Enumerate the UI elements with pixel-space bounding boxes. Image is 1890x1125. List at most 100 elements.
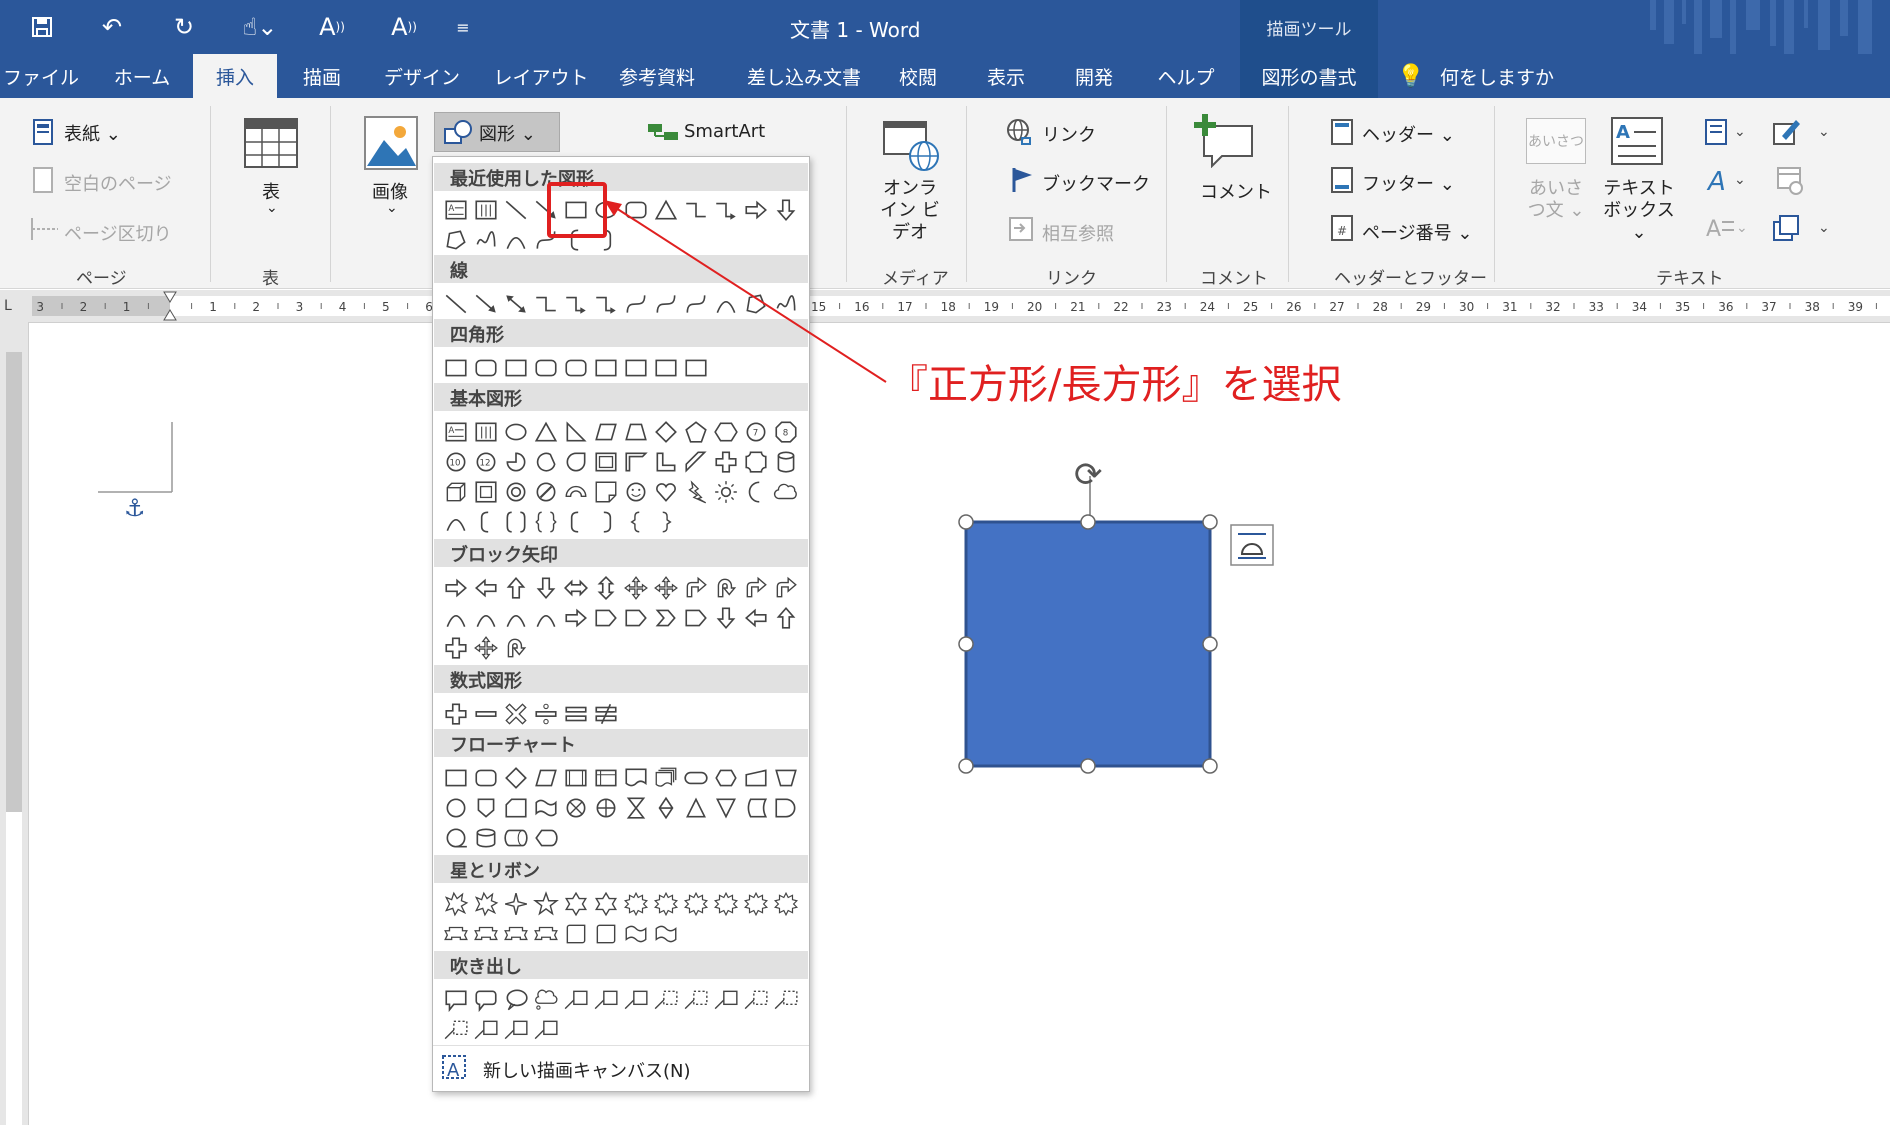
plaque-shape-icon[interactable] <box>743 449 769 475</box>
callLine-shape-icon[interactable] <box>503 1017 529 1043</box>
heptagon-shape-icon[interactable]: 7 <box>743 419 769 445</box>
tab-file[interactable]: ファイル <box>0 54 82 98</box>
rrect-shape-icon[interactable] <box>563 355 589 381</box>
arrowR-shape-icon[interactable] <box>443 575 469 601</box>
ribbon-shape-icon[interactable] <box>473 921 499 947</box>
parallelogram-shape-icon[interactable] <box>593 419 619 445</box>
shapes-button[interactable]: 図形 ⌄ <box>434 112 560 152</box>
foldcorner-shape-icon[interactable] <box>593 479 619 505</box>
merge-shape-icon[interactable] <box>713 795 739 821</box>
arrowLR-shape-icon[interactable] <box>563 575 589 601</box>
sun-shape-icon[interactable] <box>713 479 739 505</box>
arrowL-shape-icon[interactable] <box>473 575 499 601</box>
read-aloud-icon[interactable]: A)) <box>312 8 352 46</box>
explosion-shape-icon[interactable] <box>473 891 499 917</box>
callLine-shape-icon[interactable] <box>473 1017 499 1043</box>
pentagon-shape-icon[interactable] <box>683 419 709 445</box>
bentR-shape-icon[interactable] <box>683 575 709 601</box>
scroll-shape-icon[interactable] <box>593 921 619 947</box>
plus-shape-icon[interactable] <box>443 701 469 727</box>
tab-design[interactable]: デザイン <box>378 54 466 98</box>
header-button[interactable]: ヘッダー ⌄ <box>1362 121 1455 147</box>
equal-shape-icon[interactable] <box>563 701 589 727</box>
rrect-shape-icon[interactable] <box>473 765 499 791</box>
rrect-shape-icon[interactable] <box>533 355 559 381</box>
arrowUD-shape-icon[interactable] <box>593 575 619 601</box>
arrowline-shape-icon[interactable] <box>473 291 499 317</box>
callLineB-shape-icon[interactable] <box>683 987 709 1013</box>
callLineB-shape-icon[interactable] <box>743 987 769 1013</box>
callLine-shape-icon[interactable] <box>563 987 589 1013</box>
signature-line-icon[interactable]: ⌄ <box>1772 118 1832 146</box>
arc-shape-icon[interactable] <box>443 605 469 631</box>
object-icon[interactable]: ⌄ <box>1772 214 1832 244</box>
extract-shape-icon[interactable] <box>683 795 709 821</box>
smartart-button[interactable]: SmartArt <box>684 121 765 142</box>
blockarc-shape-icon[interactable] <box>563 479 589 505</box>
callLineB-shape-icon[interactable] <box>443 1017 469 1043</box>
uturn-shape-icon[interactable] <box>713 575 739 601</box>
textbox-shape-icon[interactable]: A <box>443 197 469 223</box>
quad-shape-icon[interactable] <box>623 575 649 601</box>
parallelogram-shape-icon[interactable] <box>533 765 559 791</box>
collate-shape-icon[interactable] <box>623 795 649 821</box>
callRect-shape-icon[interactable] <box>443 987 469 1013</box>
text-box-button[interactable]: テキスト ボックス ⌄ <box>1600 178 1678 244</box>
times-shape-icon[interactable] <box>503 701 529 727</box>
arrowU-shape-icon[interactable] <box>503 575 529 601</box>
ribbon-shape-icon[interactable] <box>443 921 469 947</box>
bentR-shape-icon[interactable] <box>773 575 799 601</box>
star-shape-icon[interactable] <box>533 891 559 917</box>
arrowD-shape-icon[interactable] <box>713 605 739 631</box>
tell-me-search[interactable]: 何をしますか <box>1432 54 1562 98</box>
arrowR-shape-icon[interactable] <box>563 605 589 631</box>
oval-shape-icon[interactable] <box>503 419 529 445</box>
frame-shape-icon[interactable] <box>593 449 619 475</box>
tab-view[interactable]: 表示 <box>976 54 1036 98</box>
sort-shape-icon[interactable] <box>653 795 679 821</box>
dbracket-shape-icon[interactable] <box>503 509 529 535</box>
minus-shape-icon[interactable] <box>473 701 499 727</box>
vtextbox-shape-icon[interactable] <box>473 197 499 223</box>
scribble-shape-icon[interactable] <box>473 227 499 253</box>
diagstripe-shape-icon[interactable] <box>683 449 709 475</box>
moon-shape-icon[interactable] <box>743 479 769 505</box>
tab-references[interactable]: 参考資料 <box>608 54 706 98</box>
redo-icon[interactable]: ↻ <box>164 8 204 46</box>
freeform-shape-icon[interactable] <box>443 227 469 253</box>
page-number-button[interactable]: ページ番号 ⌄ <box>1362 219 1472 245</box>
pentagonArrow-shape-icon[interactable] <box>623 605 649 631</box>
cloud-shape-icon[interactable] <box>773 479 799 505</box>
cover-page-button[interactable]: 表紙 ⌄ <box>64 120 121 146</box>
prep-shape-icon[interactable] <box>713 765 739 791</box>
halfframe-shape-icon[interactable] <box>623 449 649 475</box>
wordart-icon[interactable]: A ⌄ <box>1704 166 1750 194</box>
lbracket-shape-icon[interactable] <box>473 509 499 535</box>
new-drawing-canvas-item[interactable]: A 新しい描画キャンバス(N) <box>433 1045 809 1090</box>
rect-shape-icon[interactable] <box>443 765 469 791</box>
doc-shape-icon[interactable] <box>623 765 649 791</box>
elbow-shape-icon[interactable] <box>533 291 559 317</box>
callRRect-shape-icon[interactable] <box>473 987 499 1013</box>
blank-page-button[interactable]: 空白のページ <box>64 170 172 196</box>
bookmark-button[interactable]: ブックマーク <box>1042 170 1150 196</box>
starN-shape-icon[interactable] <box>743 891 769 917</box>
starN-shape-icon[interactable] <box>713 891 739 917</box>
circle-shape-icon[interactable] <box>443 795 469 821</box>
drawn-rectangle-shape[interactable]: ⟳ <box>950 450 1240 780</box>
starN-shape-icon[interactable] <box>683 891 709 917</box>
ribbon-shape-icon[interactable] <box>533 921 559 947</box>
line-shape-icon[interactable] <box>443 291 469 317</box>
arc-shape-icon[interactable] <box>443 509 469 535</box>
notequal-shape-icon[interactable] <box>593 701 619 727</box>
dblarrow-shape-icon[interactable] <box>503 291 529 317</box>
line-shape-icon[interactable] <box>503 197 529 223</box>
bentR-shape-icon[interactable] <box>743 575 769 601</box>
callCloud-shape-icon[interactable] <box>533 987 559 1013</box>
chevron-shape-icon[interactable] <box>653 605 679 631</box>
quad-shape-icon[interactable] <box>473 635 499 661</box>
arc-shape-icon[interactable] <box>533 605 559 631</box>
vtextbox-shape-icon[interactable] <box>473 419 499 445</box>
callLine-shape-icon[interactable] <box>533 1017 559 1043</box>
scroll-shape-icon[interactable] <box>563 921 589 947</box>
